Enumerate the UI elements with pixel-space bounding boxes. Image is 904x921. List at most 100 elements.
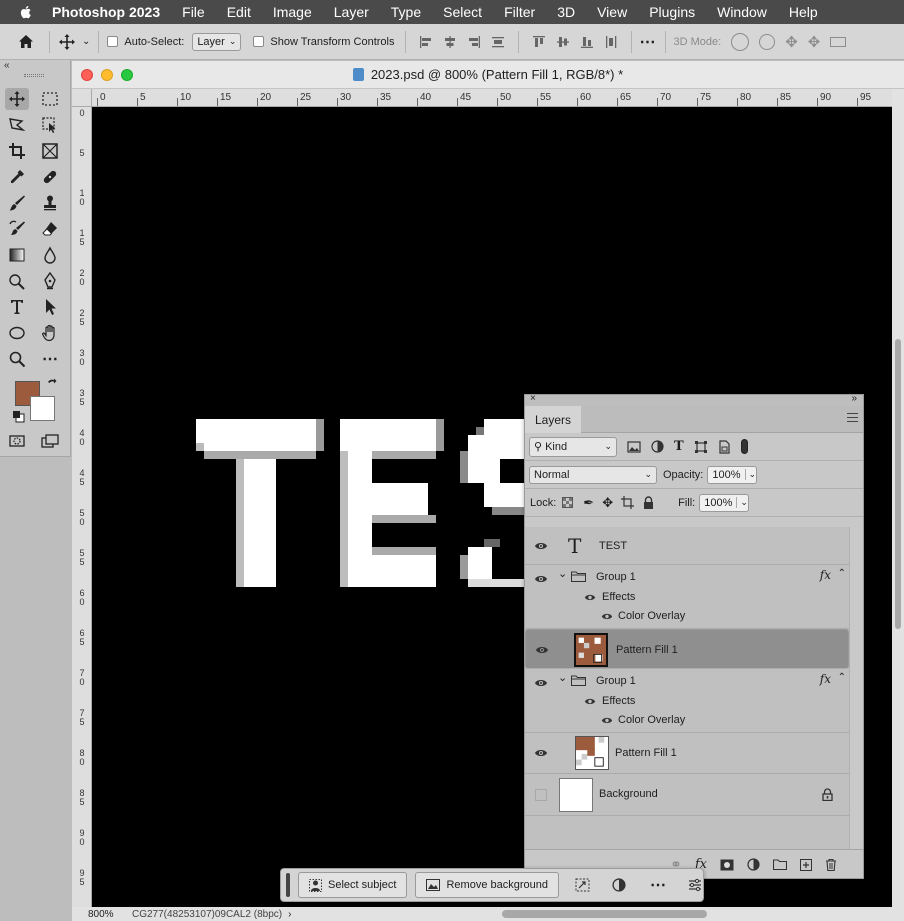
menu-filter[interactable]: Filter [504, 4, 535, 20]
delete-layer-icon[interactable] [825, 858, 837, 871]
type-tool[interactable] [5, 296, 29, 318]
layer-row-text[interactable]: T TEST [525, 527, 849, 565]
filter-toggle[interactable] [740, 439, 748, 454]
horizontal-ruler[interactable]: 0 5 10 15 20 25 30 35 40 45 50 55 60 65 70 75 80 85 90 95 [92, 89, 892, 107]
camera-3d-icon[interactable] [830, 36, 847, 47]
object-select-tool[interactable] [38, 114, 62, 136]
hand-tool[interactable] [38, 322, 62, 344]
document-title-bar[interactable]: 2023.psd @ 800% (Pattern Fill 1, RGB/8*)… [72, 61, 904, 89]
quick-mask-tool[interactable] [5, 430, 29, 452]
eye-icon[interactable] [584, 593, 596, 602]
apple-icon[interactable] [18, 4, 34, 20]
app-name[interactable]: Photoshop 2023 [52, 4, 160, 20]
chevron-down-icon[interactable]: ⌄ [744, 469, 760, 480]
background-color-swatch[interactable] [30, 396, 55, 421]
align-right-icon[interactable] [462, 35, 486, 49]
menu-3d[interactable]: 3D [557, 4, 575, 20]
taskbar-grip[interactable] [286, 873, 290, 897]
auto-select-dropdown[interactable]: Layer ⌄ [192, 32, 242, 51]
chevron-up-icon[interactable]: ⌃ [838, 672, 846, 683]
menu-image[interactable]: Image [273, 4, 312, 20]
chevron-right-icon[interactable]: › [288, 909, 291, 920]
collapse-panel-icon[interactable]: » [851, 393, 857, 404]
eyedropper-tool[interactable] [5, 166, 29, 188]
panel-grip[interactable] [24, 74, 44, 77]
vertical-scrollbar[interactable] [892, 89, 904, 907]
marquee-tool[interactable] [38, 88, 62, 110]
blend-mode-dropdown[interactable]: Normal ⌄ [529, 465, 657, 484]
dodge-tool[interactable] [5, 270, 29, 292]
smart-object-filter-icon[interactable] [718, 439, 731, 454]
layer-row-group-a[interactable]: ⌄ Group 1 fx ⌃ Effects Color Overlay [525, 565, 849, 629]
frame-tool[interactable] [38, 140, 62, 162]
vertical-ruler[interactable]: 0 5 10 15 20 25 30 35 40 45 50 55 60 65 70 75 80 85 90 95 [72, 107, 92, 907]
adjustment-filter-icon[interactable] [651, 440, 664, 453]
align-top-icon[interactable] [527, 35, 551, 49]
filter-kind-dropdown[interactable]: ⚲ Kind ⌄ [529, 436, 617, 457]
panel-header[interactable]: × » [525, 393, 863, 406]
path-select-tool[interactable] [38, 296, 62, 318]
chevron-down-icon[interactable]: ⌄ [558, 567, 567, 580]
menu-edit[interactable]: Edit [227, 4, 251, 20]
more-tools[interactable]: ⋯ [38, 348, 62, 370]
eye-icon[interactable] [601, 716, 613, 725]
ruler-origin[interactable] [72, 89, 92, 107]
lock-position-icon[interactable]: ✥ [602, 495, 613, 511]
pen-tool[interactable] [38, 270, 62, 292]
brush-tool[interactable] [5, 192, 29, 214]
collapse-icon[interactable]: « [4, 60, 10, 71]
layers-scrollbar[interactable] [849, 527, 863, 849]
eye-icon[interactable] [534, 748, 548, 758]
visibility-toggle-empty[interactable] [535, 789, 547, 801]
chevron-up-icon[interactable]: ⌃ [838, 568, 846, 579]
menu-layer[interactable]: Layer [334, 4, 369, 20]
more-options-icon[interactable]: ⋯ [640, 32, 657, 52]
show-transform-checkbox[interactable] [253, 36, 265, 47]
move-tool-icon[interactable] [58, 33, 76, 51]
zoom-tool[interactable] [5, 348, 29, 370]
eye-icon[interactable] [535, 645, 549, 655]
new-group-icon[interactable] [773, 859, 787, 870]
opacity-field[interactable]: 100% ⌄ [707, 465, 760, 484]
align-left-icon[interactable] [414, 35, 438, 49]
distribute-icon[interactable] [486, 35, 510, 49]
panel-menu-icon[interactable] [847, 413, 858, 422]
shape-filter-icon[interactable] [694, 440, 708, 454]
eye-icon[interactable] [534, 541, 548, 551]
blur-tool[interactable] [38, 244, 62, 266]
lasso-tool[interactable] [5, 114, 29, 136]
eye-icon[interactable] [584, 697, 596, 706]
transform-selection-icon[interactable] [575, 878, 590, 892]
align-bottom-icon[interactable] [575, 35, 599, 49]
chevron-down-icon[interactable]: ⌄ [736, 497, 751, 508]
default-colors-icon[interactable] [12, 410, 25, 423]
menu-plugins[interactable]: Plugins [649, 4, 695, 20]
slide-3d-icon[interactable]: ✥ [808, 33, 821, 51]
remove-background-button[interactable]: Remove background [415, 872, 559, 898]
add-mask-icon[interactable] [720, 859, 734, 871]
layer-row-group-b[interactable]: ⌄ Group 1 fx ⌃ Effects Color Overlay [525, 669, 849, 733]
layer-row-pattern-fill-b[interactable]: Pattern Fill 1 [525, 733, 849, 774]
zoom-level[interactable]: 800% [88, 909, 132, 920]
fx-badge-icon[interactable]: fx [820, 568, 831, 582]
pattern-fill-thumbnail[interactable] [575, 736, 609, 770]
settings-sliders-icon[interactable] [688, 878, 702, 892]
clone-stamp-tool[interactable] [38, 192, 62, 214]
menu-help[interactable]: Help [789, 4, 818, 20]
align-middle-v-icon[interactable] [551, 35, 575, 49]
minimize-window-button[interactable] [101, 69, 113, 81]
eye-icon[interactable] [534, 574, 548, 584]
menu-type[interactable]: Type [391, 4, 421, 20]
roll-3d-icon[interactable] [759, 33, 776, 50]
menu-file[interactable]: File [182, 4, 205, 20]
eraser-tool[interactable] [38, 218, 62, 240]
scroll-thumb[interactable] [895, 339, 901, 629]
menu-select[interactable]: Select [443, 4, 482, 20]
fill-field[interactable]: 100% ⌄ [699, 493, 751, 512]
document-info[interactable]: CG277(48253107)09CAL2 (8bpc) [132, 909, 282, 920]
close-window-button[interactable] [81, 69, 93, 81]
move-tool[interactable] [5, 88, 29, 110]
distribute-v-icon[interactable] [599, 35, 623, 49]
menu-window[interactable]: Window [717, 4, 767, 20]
zoom-window-button[interactable] [121, 69, 133, 81]
